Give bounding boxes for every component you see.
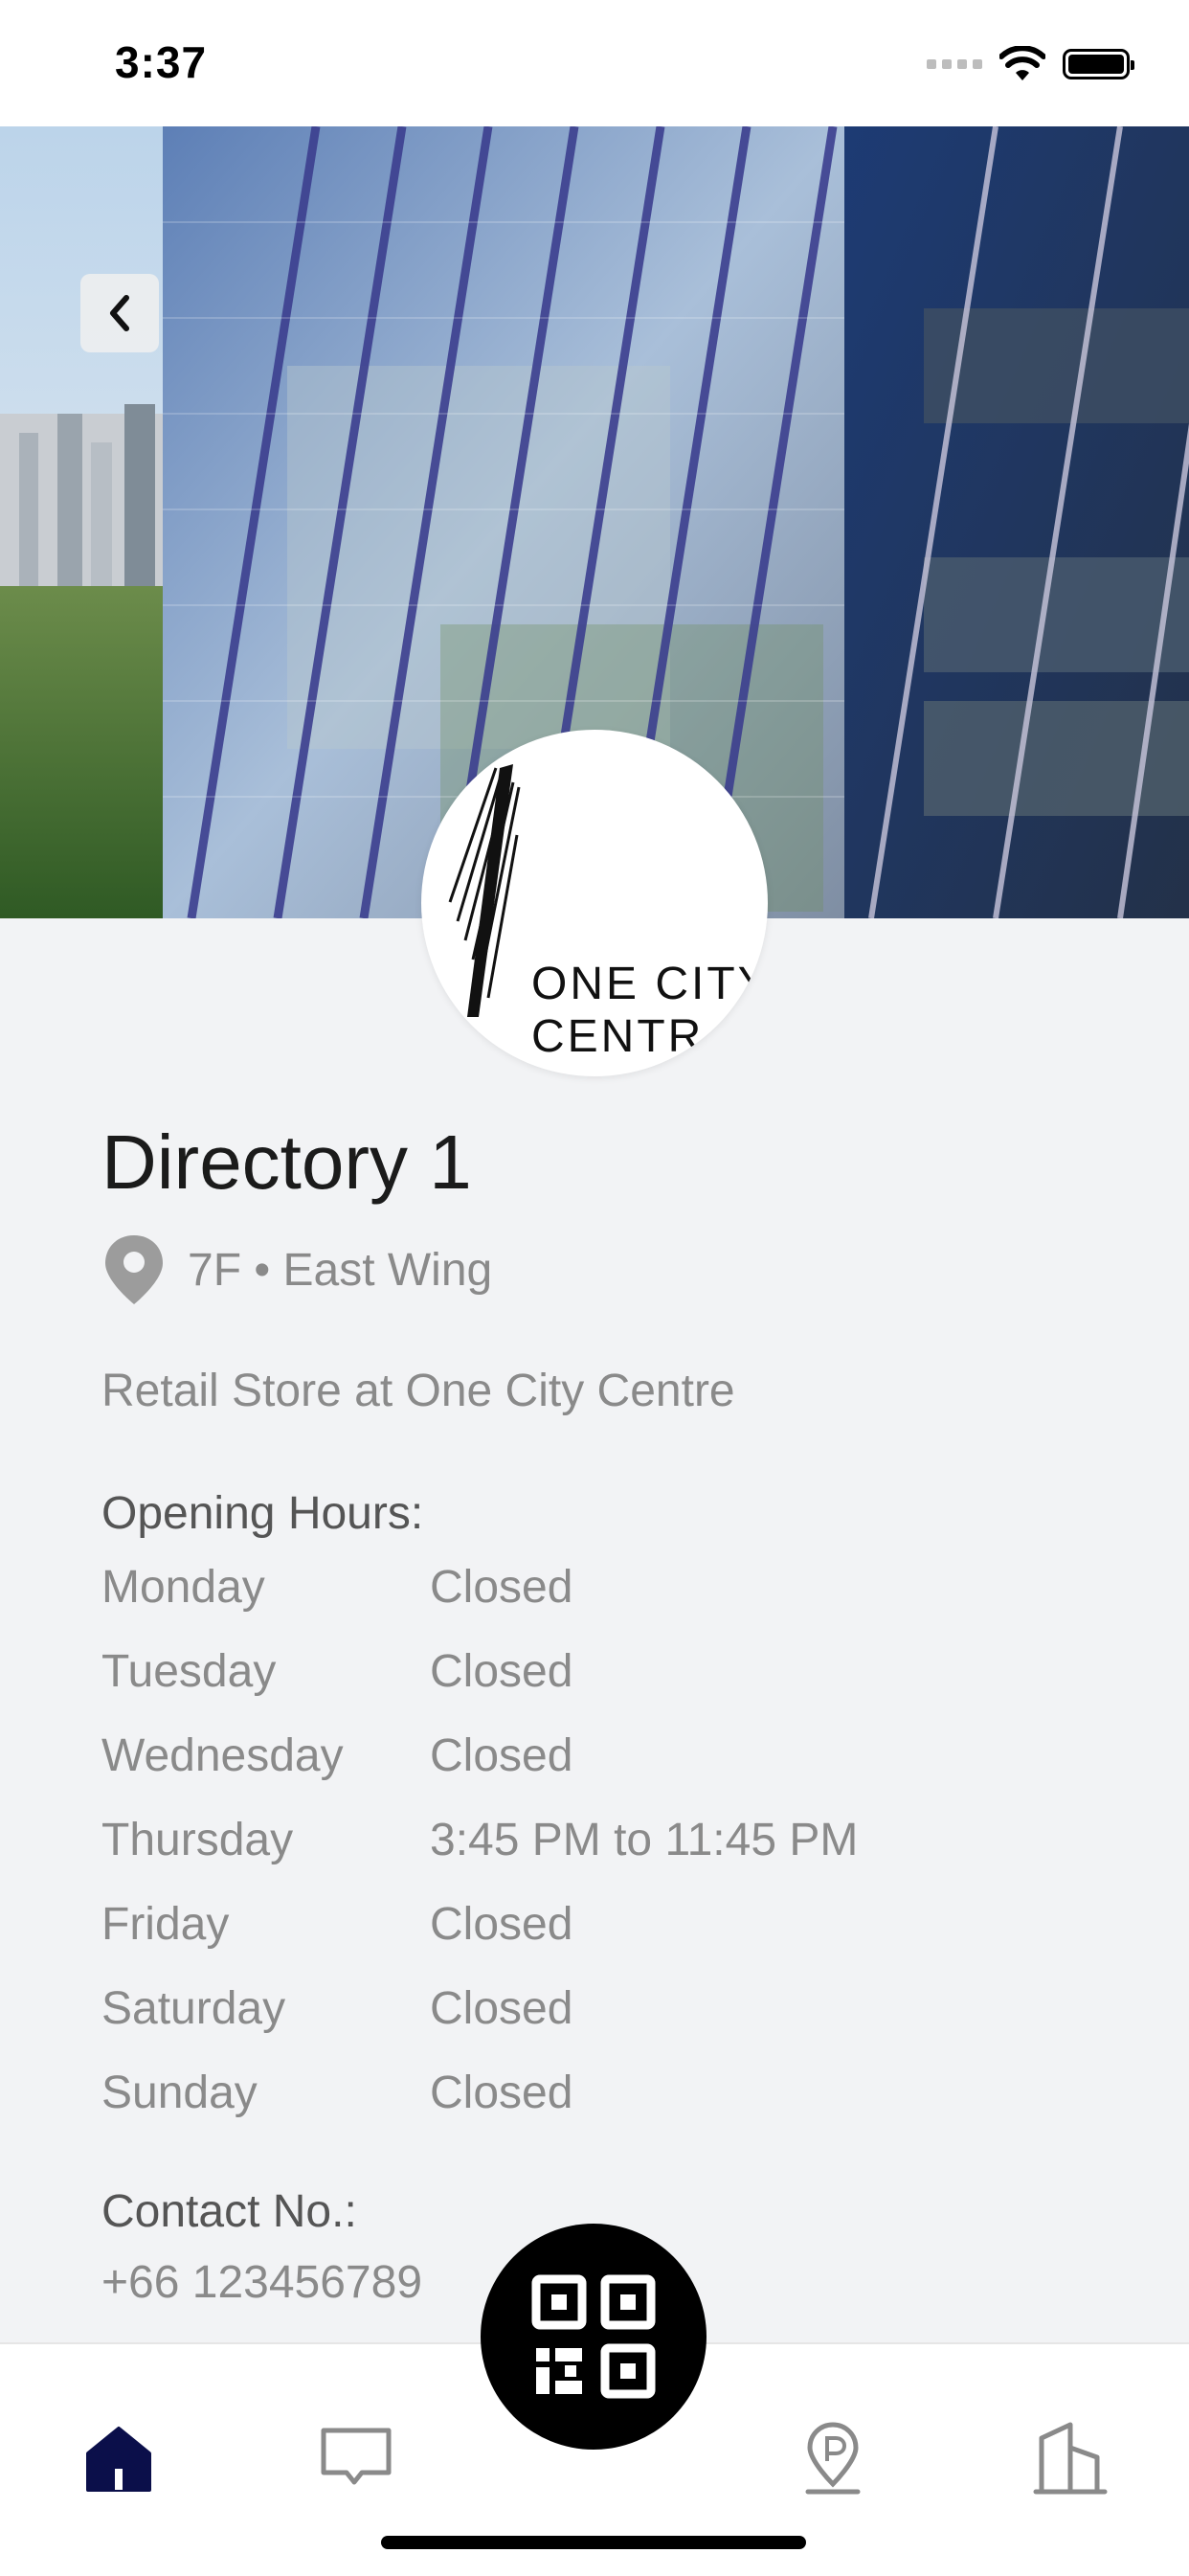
chat-icon bbox=[321, 2428, 392, 2485]
hours-row-tuesday: Tuesday Closed bbox=[101, 1643, 858, 1728]
hours-value: Closed bbox=[430, 1899, 573, 1950]
chevron-left-icon bbox=[110, 295, 129, 331]
map-pin-icon bbox=[105, 1235, 163, 1304]
back-button[interactable] bbox=[80, 274, 159, 352]
status-bar: 3:37 bbox=[0, 0, 1189, 126]
hours-value: Closed bbox=[430, 1646, 573, 1697]
day-label: Monday bbox=[101, 1562, 265, 1613]
hours-row-monday: Monday Closed bbox=[101, 1559, 858, 1643]
store-logo: ONE CITY CENTR bbox=[421, 730, 768, 1076]
tab-home[interactable] bbox=[80, 2419, 157, 2496]
cellular-signal-icon bbox=[927, 59, 982, 69]
hours-value: Closed bbox=[430, 1983, 573, 2034]
home-indicator bbox=[381, 2536, 806, 2549]
day-label: Friday bbox=[101, 1899, 230, 1950]
contact-phone-link[interactable]: +66 123456789 bbox=[101, 2256, 422, 2309]
hours-row-friday: Friday Closed bbox=[101, 1896, 858, 1980]
tab-messages[interactable] bbox=[318, 2419, 394, 2496]
tab-parking[interactable] bbox=[795, 2419, 871, 2496]
hours-row-sunday: Sunday Closed bbox=[101, 2065, 858, 2149]
hours-value: 3:45 PM to 11:45 PM bbox=[430, 1815, 859, 1865]
day-label: Wednesday bbox=[101, 1730, 344, 1781]
qr-scan-button[interactable] bbox=[481, 2224, 707, 2450]
home-icon bbox=[86, 2427, 151, 2492]
parking-location-icon bbox=[805, 2422, 861, 2495]
location-row: 7F • East Wing bbox=[101, 1233, 492, 1306]
tab-buildings[interactable] bbox=[1032, 2419, 1109, 2496]
hours-value: Closed bbox=[430, 1562, 573, 1613]
contact-label: Contact No.: bbox=[101, 2186, 357, 2237]
opening-hours-label: Opening Hours: bbox=[101, 1488, 424, 1539]
status-icons bbox=[927, 42, 1134, 86]
hours-row-wednesday: Wednesday Closed bbox=[101, 1728, 858, 1812]
battery-icon bbox=[1063, 49, 1134, 79]
wifi-icon bbox=[999, 46, 1045, 80]
qr-code-icon bbox=[531, 2274, 656, 2399]
location-text: 7F • East Wing bbox=[188, 1244, 493, 1296]
status-time: 3:37 bbox=[115, 37, 208, 87]
day-label: Thursday bbox=[101, 1815, 294, 1865]
logo-text: ONE CITY CENTR bbox=[531, 959, 768, 1062]
day-label: Saturday bbox=[101, 1983, 286, 2034]
day-label: Sunday bbox=[101, 2068, 258, 2118]
hours-row-saturday: Saturday Closed bbox=[101, 1980, 858, 2065]
hours-value: Closed bbox=[430, 2068, 573, 2118]
hours-row-thursday: Thursday 3:45 PM to 11:45 PM bbox=[101, 1812, 858, 1896]
page-title: Directory 1 bbox=[101, 1119, 472, 1205]
opening-hours-list: Monday Closed Tuesday Closed Wednesday C… bbox=[101, 1559, 858, 2149]
day-label: Tuesday bbox=[101, 1646, 277, 1697]
store-description: Retail Store at One City Centre bbox=[101, 1366, 735, 1416]
hours-value: Closed bbox=[430, 1730, 573, 1781]
building-icon bbox=[1033, 2422, 1108, 2495]
